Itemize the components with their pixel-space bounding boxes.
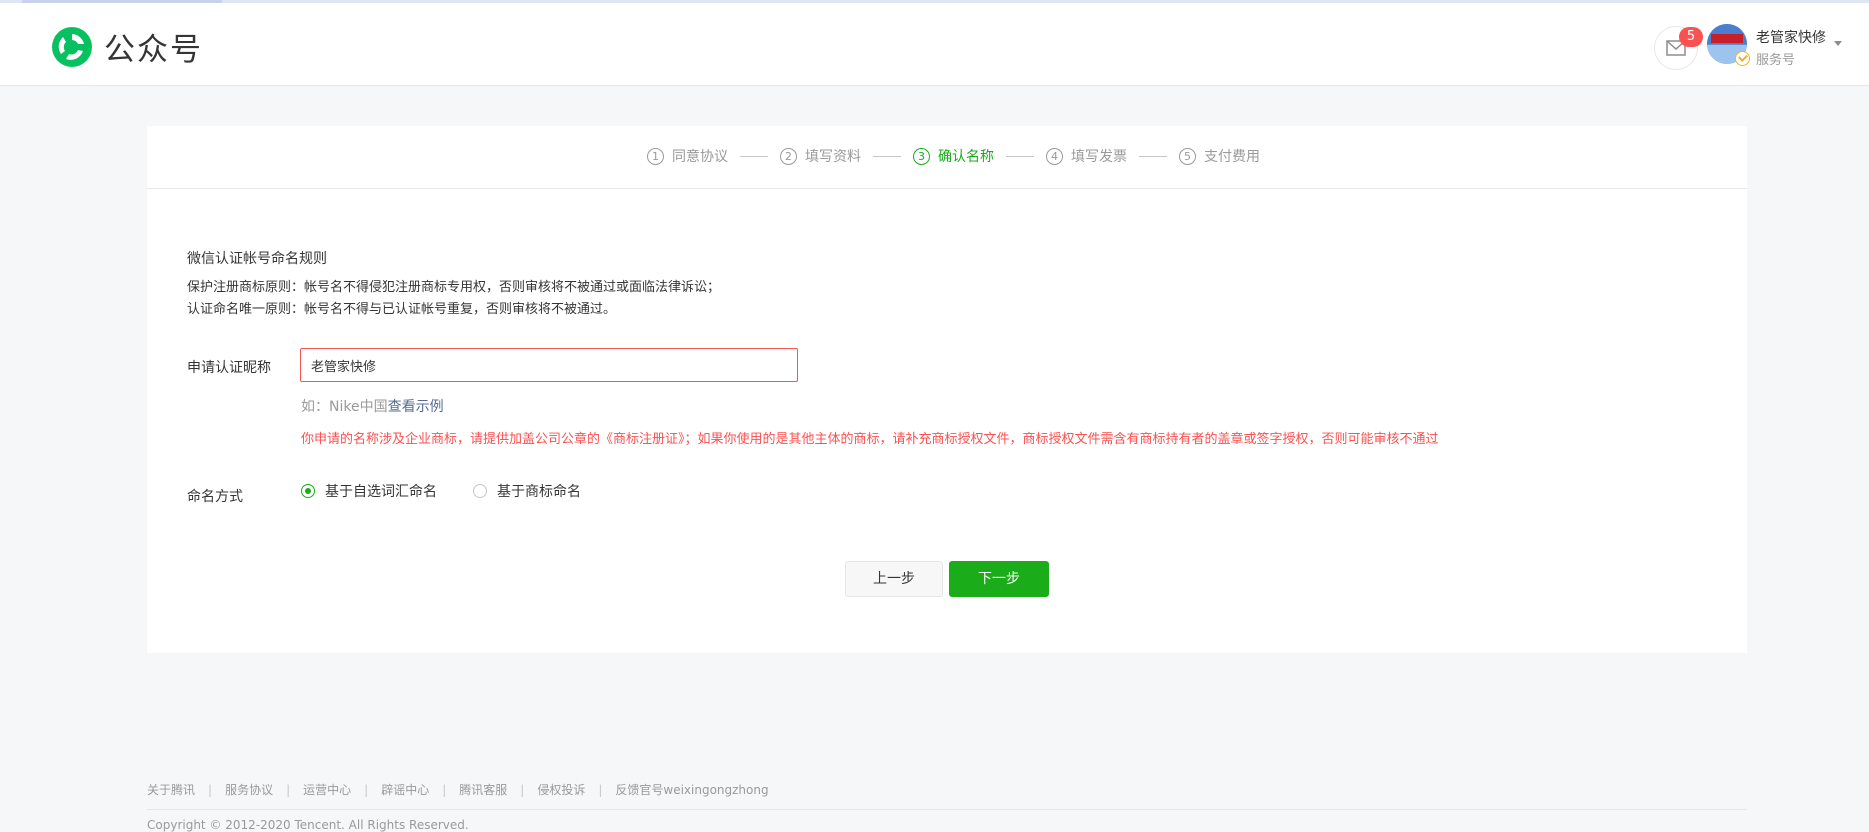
step-connector [873,155,901,157]
step-1: 1 同意协议 [647,146,728,166]
account-name[interactable]: 老管家快修 [1756,27,1826,47]
rule-trademark: 保护注册商标原则：帐号名不得侵犯注册商标专用权，否则审核将不被通过或面临法律诉讼… [187,280,721,295]
main-card: 1 同意协议 2 填写资料 3 确认名称 4 填写发票 5 支付费用 微信认证帐号命名规则 保护注… [147,126,1747,653]
hint-text: 如：Nike中国 [301,399,388,415]
footer-link[interactable]: 关于腾讯 [147,781,195,798]
step-number: 1 [647,147,664,165]
account-type: 服务号 [1756,53,1796,68]
footer-separator: | [208,782,213,797]
step-connector [1139,155,1167,157]
step-label: 填写发票 [1071,149,1127,165]
next-step-button[interactable]: 下一步 [949,561,1049,597]
footer-separator: | [598,782,603,797]
step-label: 填写资料 [805,149,861,165]
radio-trademark-option[interactable]: 基于商标命名 [473,481,581,501]
naming-method-label: 命名方式 [187,489,243,505]
footer-separator: | [364,782,369,797]
step-number: 2 [780,147,797,165]
step-number: 4 [1046,147,1063,165]
copyright: Copyright © 2012-2020 Tencent. All Right… [147,818,469,832]
footer-link[interactable]: 反馈官号weixingongzhong [615,781,768,798]
footer-links: 关于腾讯 | 服务协议 | 运营中心 | 辟谣中心 | 腾讯客服 | 侵权投诉 | 反馈官号weixin… [147,781,769,798]
radio-vocab-label: 基于自选词汇命名 [325,484,437,500]
step-4: 4 填写发票 [1046,146,1127,166]
top-header: 公众号 5 老管家快修 服务号 [0,3,1869,86]
message-count-badge: 5 [1679,27,1703,47]
radio-trademark-label: 基于商标命名 [497,484,581,500]
radio-vocab-option[interactable]: 基于自选词汇命名 [301,481,437,501]
step-5: 5 支付费用 [1179,146,1260,166]
radio-unchecked-icon[interactable] [473,484,487,498]
step-2: 2 填写资料 [780,146,861,166]
step-number: 3 [913,147,930,165]
nickname-input[interactable] [300,348,798,382]
nickname-label: 申请认证昵称 [187,360,271,376]
footer-link[interactable]: 运营中心 [303,781,351,798]
step-progress-bar: 1 同意协议 2 填写资料 3 确认名称 4 填写发票 5 支付费用 [147,126,1747,189]
footer-link[interactable]: 辟谣中心 [381,781,429,798]
logo[interactable]: 公众号 [50,24,203,69]
step-connector [1006,155,1034,157]
rule-unique: 认证命名唯一原则：帐号名不得与已认证帐号重复，否则审核将不被通过。 [187,302,617,317]
footer-divider [147,809,1747,810]
chevron-down-icon[interactable] [1834,41,1842,46]
step-label: 同意协议 [672,149,728,165]
footer-separator: | [286,782,291,797]
prev-step-button[interactable]: 上一步 [845,561,943,597]
wechat-mp-logo-icon [52,26,92,67]
step-number: 5 [1179,147,1196,165]
trademark-error-message: 你申请的名称涉及企业商标，请提供加盖公司公章的《商标注册证》；如果你使用的是其他… [301,432,1439,447]
radio-checked-icon[interactable] [301,484,315,498]
view-example-link[interactable]: 查看示例 [388,399,444,415]
verified-icon [1735,51,1750,66]
rules-title: 微信认证帐号命名规则 [187,251,327,267]
footer-link[interactable]: 侵权投诉 [537,781,585,798]
footer-separator: | [520,782,525,797]
step-label: 支付费用 [1204,149,1260,165]
footer-link[interactable]: 服务协议 [225,781,273,798]
logo-text: 公众号 [104,32,203,68]
step-label: 确认名称 [938,149,994,165]
step-3: 3 确认名称 [913,146,994,166]
nickname-hint: 如：Nike中国查看示例 [301,396,444,416]
step-connector [740,155,768,157]
footer-separator: | [442,782,447,797]
steps: 1 同意协议 2 填写资料 3 确认名称 4 填写发票 5 支付费用 [647,146,1260,166]
footer-link[interactable]: 腾讯客服 [459,781,507,798]
